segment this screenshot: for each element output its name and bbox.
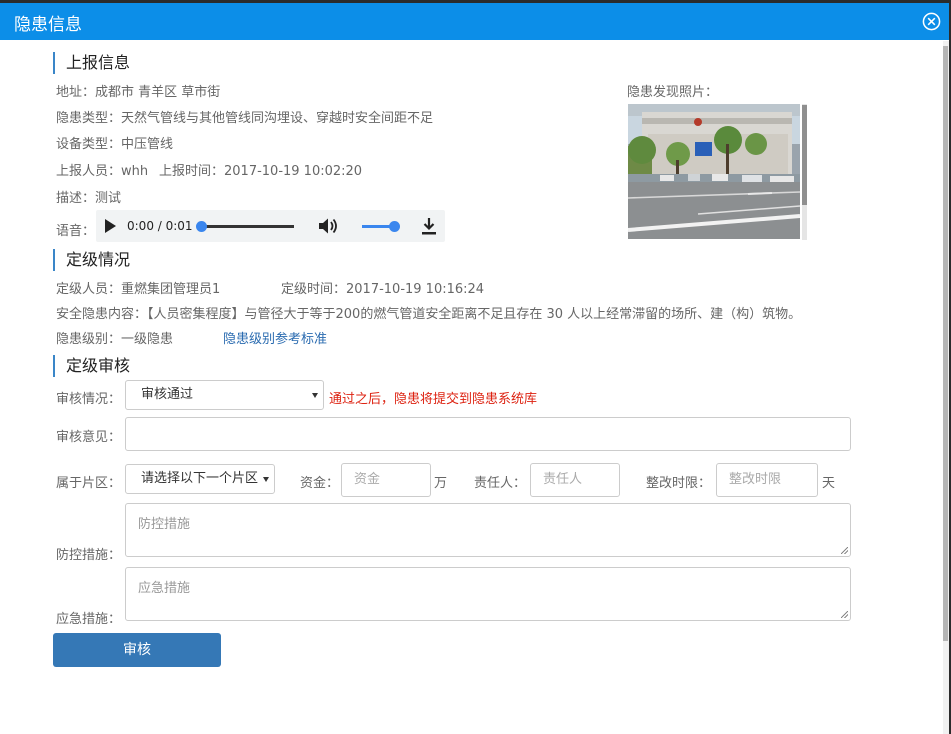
volume-knob[interactable] — [389, 221, 400, 232]
dialog-title: 隐患信息 — [14, 15, 82, 35]
chevron-down-icon — [263, 477, 269, 482]
review-opinion-label: 审核意见： — [56, 430, 122, 445]
audio-progress-track[interactable] — [202, 225, 294, 228]
close-icon[interactable] — [922, 12, 941, 31]
section-title-report: 上报信息 — [53, 52, 130, 74]
hazard-photo-image — [628, 104, 800, 239]
review-status-note: 通过之后，隐患将提交到隐患系统库 — [329, 392, 538, 407]
owner-label: 责任人： — [474, 476, 527, 491]
resize-grip-icon[interactable] — [841, 611, 848, 618]
report-time-text: 上报时间：2017-10-19 10:02:20 — [159, 164, 363, 179]
emergency-measures-textarea[interactable]: 应急措施 — [125, 567, 851, 621]
owner-input[interactable]: 责任人 — [530, 463, 620, 497]
device-type-text: 设备类型：中压管线 — [56, 137, 174, 152]
audio-player: 0:00 / 0:01 — [96, 210, 445, 242]
control-measures-placeholder: 防控措施 — [138, 517, 191, 532]
dialog-titlebar: 隐患信息 — [0, 3, 949, 40]
photo-label: 隐患发现照片： — [627, 85, 719, 100]
review-status-label: 审核情况： — [56, 392, 122, 407]
level-standard-link[interactable]: 隐患级别参考标准 — [223, 328, 327, 347]
reporter-text: 上报人员：whh — [56, 164, 149, 179]
fund-label: 资金： — [300, 476, 340, 491]
resize-grip-icon[interactable] — [841, 547, 848, 554]
audio-progress-knob[interactable] — [196, 221, 207, 232]
section-title-rating: 定级情况 — [53, 249, 130, 271]
volume-icon[interactable] — [318, 217, 340, 235]
deadline-label: 整改时限： — [646, 476, 712, 491]
review-opinion-input[interactable] — [125, 417, 851, 451]
area-select[interactable]: 请选择以下一个片区 — [125, 464, 275, 494]
control-measures-label: 防控措施： — [56, 548, 122, 563]
photo-scrollbar-thumb[interactable] — [802, 105, 807, 205]
fund-input[interactable]: 资金 — [341, 463, 431, 497]
emergency-measures-label: 应急措施： — [56, 612, 122, 627]
deadline-unit: 天 — [822, 476, 836, 491]
rating-time-text: 定级时间：2017-10-19 10:16:24 — [281, 282, 485, 297]
hazard-photo[interactable] — [628, 104, 800, 239]
owner-placeholder: 责任人 — [543, 472, 583, 487]
area-label: 属于片区： — [56, 476, 122, 491]
audio-label: 语音： — [56, 224, 96, 239]
download-icon[interactable] — [420, 217, 438, 236]
hazard-info-dialog: 隐患信息 上报信息 地址：成都市 青羊区 草市街 隐患类型：天然气管线与其他管线… — [0, 3, 949, 734]
section-title-review: 定级审核 — [53, 355, 130, 377]
dialog-scrollbar[interactable] — [943, 41, 949, 734]
deadline-input[interactable]: 整改时限 — [716, 463, 818, 497]
emergency-measures-placeholder: 应急措施 — [138, 581, 191, 596]
control-measures-textarea[interactable]: 防控措施 — [125, 503, 851, 557]
submit-review-button[interactable]: 审核 — [53, 633, 221, 667]
deadline-placeholder: 整改时限 — [729, 472, 782, 487]
fund-unit: 万 — [434, 476, 448, 491]
scrollbar-thumb[interactable] — [943, 46, 948, 641]
review-status-value: 审核通过 — [141, 387, 194, 402]
hazard-type-text: 隐患类型：天然气管线与其他管线同沟埋设、穿越时安全间距不足 — [56, 111, 434, 126]
address-text: 地址：成都市 青羊区 草市街 — [56, 85, 221, 100]
audio-time: 0:00 / 0:01 — [127, 219, 193, 233]
fund-placeholder: 资金 — [354, 472, 381, 487]
chevron-down-icon — [312, 393, 318, 398]
description-text: 描述：测试 — [56, 191, 122, 206]
review-status-select[interactable]: 审核通过 — [125, 380, 324, 410]
hazard-level-text: 隐患级别：一级隐患 — [56, 332, 174, 347]
play-icon[interactable] — [105, 219, 116, 233]
hazard-content-text: 安全隐患内容：【人员密集程度】与管径大于等于200的燃气管道安全距离不足且存在 … — [56, 307, 802, 322]
area-select-value: 请选择以下一个片区 — [141, 471, 259, 486]
rater-text: 定级人员：重燃集团管理员1 — [56, 282, 221, 297]
photo-scrollbar[interactable] — [802, 104, 807, 240]
